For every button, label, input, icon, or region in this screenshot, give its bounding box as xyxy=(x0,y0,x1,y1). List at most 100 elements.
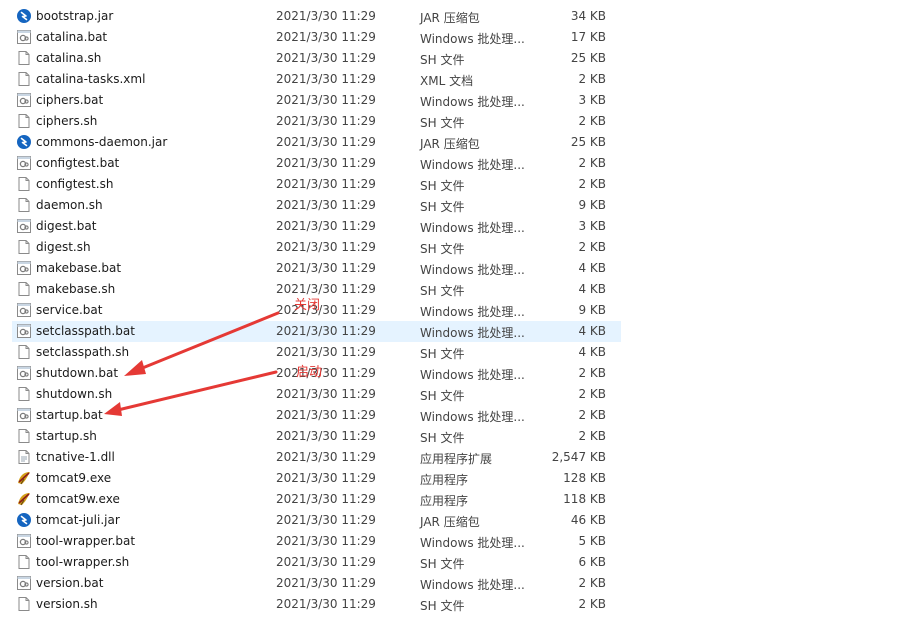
bat-icon xyxy=(16,323,32,339)
file-size: 2 KB xyxy=(578,576,606,590)
bat-icon xyxy=(16,260,32,276)
file-name: version.sh xyxy=(36,597,98,611)
file-row[interactable]: tcnative-1.dll 2021/3/30 11:29 应用程序扩展 2,547… xyxy=(12,447,621,468)
file-row[interactable]: shutdown.sh 2021/3/30 11:29 SH 文件 2 KB xyxy=(12,384,621,405)
bat-icon xyxy=(16,533,32,549)
file-date-modified: 2021/3/30 11:29 xyxy=(276,471,376,485)
tomcat-exe-icon xyxy=(16,470,32,486)
file-row[interactable]: bootstrap.jar 2021/3/30 11:29 JAR 压缩包 34 KB xyxy=(12,6,621,27)
file-row[interactable]: ciphers.sh 2021/3/30 11:29 SH 文件 2 KB xyxy=(12,111,621,132)
file-name: shutdown.sh xyxy=(36,387,113,401)
file-icon xyxy=(16,71,32,87)
file-name: tomcat-juli.jar xyxy=(36,513,120,527)
file-type: Windows 批处理... xyxy=(420,368,525,382)
file-size: 4 KB xyxy=(578,282,606,296)
file-name: catalina-tasks.xml xyxy=(36,72,146,86)
file-type: Windows 批处理... xyxy=(420,305,525,319)
file-size: 3 KB xyxy=(578,93,606,107)
file-row[interactable]: tomcat9.exe 2021/3/30 11:29 应用程序 128 KB xyxy=(12,468,621,489)
file-date-modified: 2021/3/30 11:29 xyxy=(276,135,376,149)
bat-icon xyxy=(16,29,32,45)
file-type: Windows 批处理... xyxy=(420,410,525,424)
file-type: SH 文件 xyxy=(420,431,465,445)
file-size: 3 KB xyxy=(578,219,606,233)
file-date-modified: 2021/3/30 11:29 xyxy=(276,219,376,233)
file-name: catalina.sh xyxy=(36,51,102,65)
file-row[interactable]: version.sh 2021/3/30 11:29 SH 文件 2 KB xyxy=(12,594,621,615)
file-row[interactable]: makebase.bat 2021/3/30 11:29 Windows 批处理..… xyxy=(12,258,621,279)
file-type: SH 文件 xyxy=(420,284,465,298)
file-size: 2 KB xyxy=(578,387,606,401)
jar-icon xyxy=(16,8,32,24)
bat-icon xyxy=(16,575,32,591)
bat-icon xyxy=(16,92,32,108)
file-size: 2,547 KB xyxy=(551,450,606,464)
file-row[interactable]: setclasspath.sh 2021/3/30 11:29 SH 文件 4 KB xyxy=(12,342,621,363)
file-date-modified: 2021/3/30 11:29 xyxy=(276,177,376,191)
file-type: JAR 压缩包 xyxy=(420,137,480,151)
file-type: SH 文件 xyxy=(420,53,465,67)
file-row[interactable]: tool-wrapper.sh 2021/3/30 11:29 SH 文件 6 KB xyxy=(12,552,621,573)
file-name: setclasspath.sh xyxy=(36,345,130,359)
file-name: version.bat xyxy=(36,576,104,590)
file-date-modified: 2021/3/30 11:29 xyxy=(276,408,376,422)
file-type: SH 文件 xyxy=(420,242,465,256)
file-row[interactable]: digest.bat 2021/3/30 11:29 Windows 批处理... 3… xyxy=(12,216,621,237)
file-date-modified: 2021/3/30 11:29 xyxy=(276,9,376,23)
file-row[interactable]: startup.bat 2021/3/30 11:29 Windows 批处理...… xyxy=(12,405,621,426)
file-row[interactable]: configtest.sh 2021/3/30 11:29 SH 文件 2 KB xyxy=(12,174,621,195)
file-name: configtest.sh xyxy=(36,177,114,191)
file-row[interactable]: commons-daemon.jar 2021/3/30 11:29 JAR 压缩包… xyxy=(12,132,621,153)
file-row[interactable]: ciphers.bat 2021/3/30 11:29 Windows 批处理...… xyxy=(12,90,621,111)
file-date-modified: 2021/3/30 11:29 xyxy=(276,72,376,86)
file-size: 25 KB xyxy=(570,135,606,149)
file-row[interactable]: tomcat-juli.jar 2021/3/30 11:29 JAR 压缩包 46 … xyxy=(12,510,621,531)
file-row[interactable]: configtest.bat 2021/3/30 11:29 Windows 批处理… xyxy=(12,153,621,174)
file-type: SH 文件 xyxy=(420,179,465,193)
file-date-modified: 2021/3/30 11:29 xyxy=(276,513,376,527)
file-size: 2 KB xyxy=(578,429,606,443)
file-type: 应用程序扩展 xyxy=(420,452,493,466)
file-size: 9 KB xyxy=(578,198,606,212)
bat-icon xyxy=(16,218,32,234)
file-name: tomcat9w.exe xyxy=(36,492,120,506)
file-type: SH 文件 xyxy=(420,599,465,613)
file-row[interactable]: catalina-tasks.xml 2021/3/30 11:29 XML 文档 2… xyxy=(12,69,621,90)
file-name: makebase.sh xyxy=(36,282,116,296)
annotation-startup-label: 启动 xyxy=(296,365,323,380)
file-size: 4 KB xyxy=(578,345,606,359)
file-name: tomcat9.exe xyxy=(36,471,112,485)
file-row[interactable]: daemon.sh 2021/3/30 11:29 SH 文件 9 KB xyxy=(12,195,621,216)
jar-icon xyxy=(16,134,32,150)
file-date-modified: 2021/3/30 11:29 xyxy=(276,555,376,569)
file-name: shutdown.bat xyxy=(36,366,119,380)
file-row[interactable]: catalina.sh 2021/3/30 11:29 SH 文件 25 KB xyxy=(12,48,621,69)
file-date-modified: 2021/3/30 11:29 xyxy=(276,366,376,380)
file-date-modified: 2021/3/30 11:29 xyxy=(276,198,376,212)
file-size: 5 KB xyxy=(578,534,606,548)
file-size: 128 KB xyxy=(563,471,606,485)
file-row[interactable]: tool-wrapper.bat 2021/3/30 11:29 Windows 批… xyxy=(12,531,621,552)
file-date-modified: 2021/3/30 11:29 xyxy=(276,303,376,317)
file-date-modified: 2021/3/30 11:29 xyxy=(276,429,376,443)
file-row[interactable]: digest.sh 2021/3/30 11:29 SH 文件 2 KB xyxy=(12,237,621,258)
file-row[interactable]: setclasspath.bat 2021/3/30 11:29 Windows 批… xyxy=(12,321,621,342)
file-row[interactable]: startup.sh 2021/3/30 11:29 SH 文件 2 KB xyxy=(12,426,621,447)
file-date-modified: 2021/3/30 11:29 xyxy=(276,240,376,254)
file-date-modified: 2021/3/30 11:29 xyxy=(276,345,376,359)
jar-icon xyxy=(16,512,32,528)
file-row[interactable]: version.bat 2021/3/30 11:29 Windows 批处理...… xyxy=(12,573,621,594)
file-name: bootstrap.jar xyxy=(36,9,114,23)
file-type: JAR 压缩包 xyxy=(420,515,480,529)
file-icon xyxy=(16,197,32,213)
file-date-modified: 2021/3/30 11:29 xyxy=(276,597,376,611)
file-type: Windows 批处理... xyxy=(420,578,525,592)
annotation-shutdown-label: 关闭 xyxy=(294,298,321,313)
file-size: 34 KB xyxy=(570,9,606,23)
file-row[interactable]: catalina.bat 2021/3/30 11:29 Windows 批处理..… xyxy=(12,27,621,48)
file-row[interactable]: tomcat9w.exe 2021/3/30 11:29 应用程序 118 KB xyxy=(12,489,621,510)
tomcat-exe-icon xyxy=(16,491,32,507)
file-date-modified: 2021/3/30 11:29 xyxy=(276,114,376,128)
file-size: 2 KB xyxy=(578,240,606,254)
file-icon xyxy=(16,386,32,402)
